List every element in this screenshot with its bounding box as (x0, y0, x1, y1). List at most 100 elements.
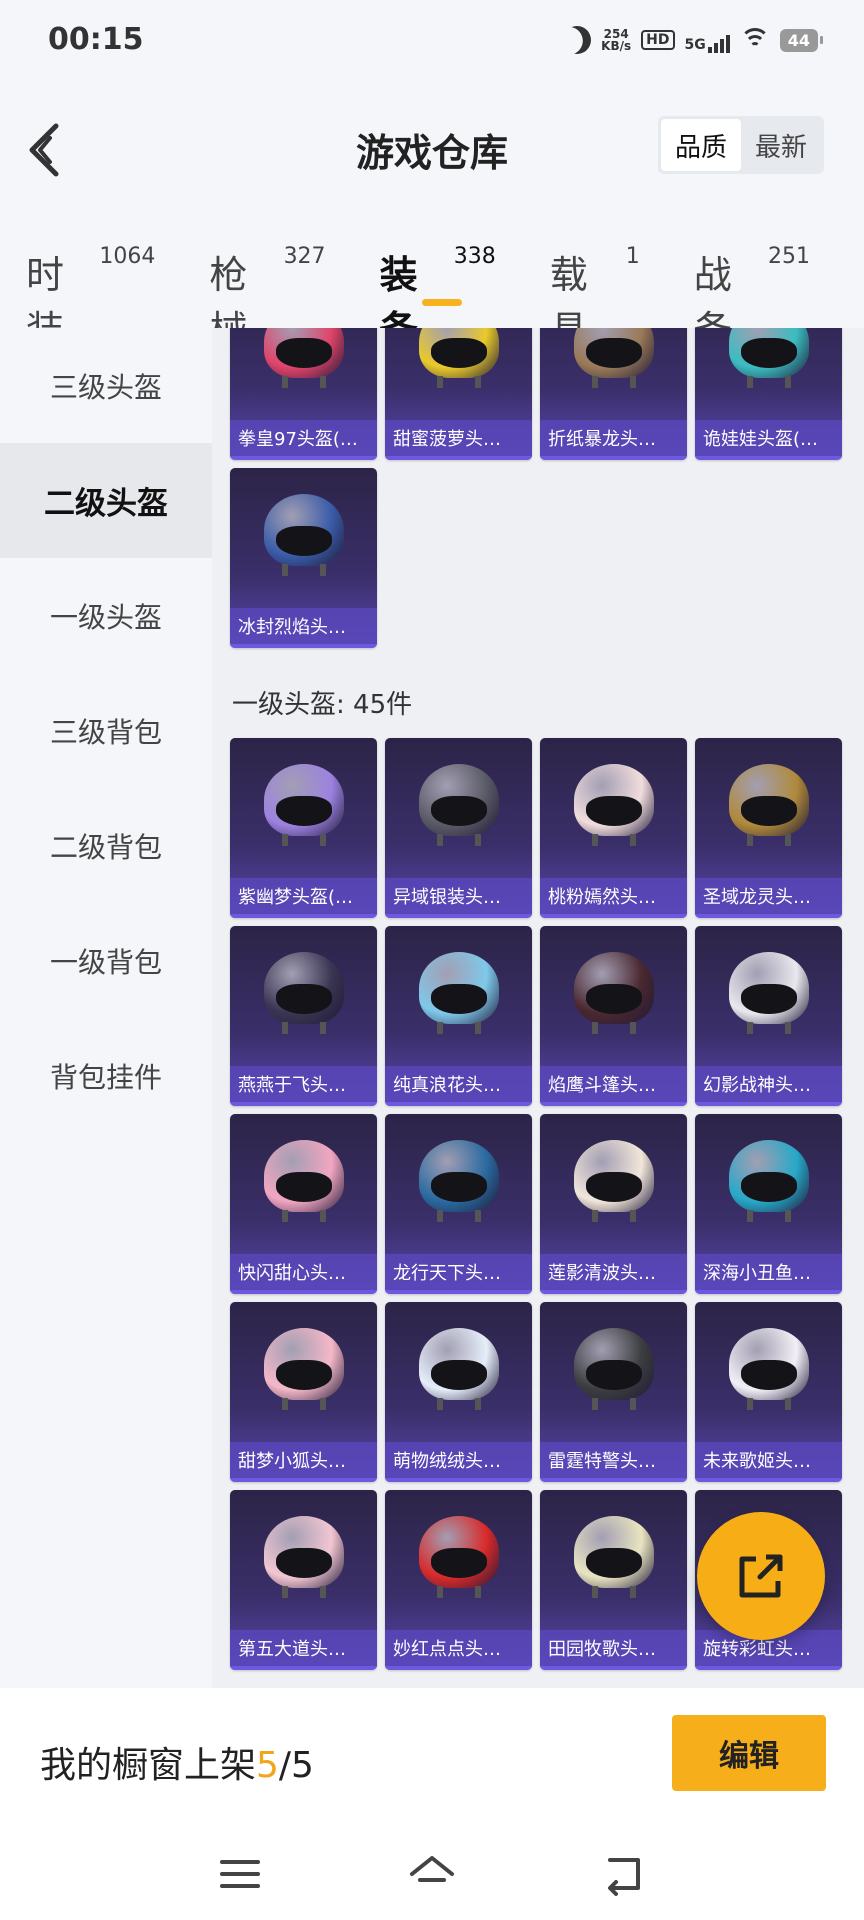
helmet-card[interactable]: 第五大道头… (230, 1490, 377, 1670)
helmet-card-name: 甜蜜菠萝头… (385, 420, 532, 460)
helmet-card[interactable]: 诡娃娃头盔(… (695, 328, 842, 460)
sidebar: 三级头盔 二级头盔 一级头盔 三级背包 二级背包 一级背包 背包挂件 (0, 328, 212, 1688)
helmet-icon (263, 1140, 344, 1222)
helmet-card[interactable]: 快闪甜心头… (230, 1114, 377, 1294)
helmet-card[interactable]: 妙红点点头… (385, 1490, 532, 1670)
helmet-icon (263, 764, 344, 846)
helmet-card[interactable]: 燕燕于飞头… (230, 926, 377, 1106)
helmet-card[interactable]: 龙行天下头… (385, 1114, 532, 1294)
sidebar-item-level3-helmet[interactable]: 三级头盔 (0, 328, 212, 443)
showcase-shelf-status: 我的橱窗上架5/5 (40, 1736, 314, 1788)
status-bar: 00:15 254 KB/s HD 5G 44 (0, 0, 864, 80)
helmet-icon (263, 328, 344, 388)
helmet-card[interactable]: 拳皇97头盔(… (230, 328, 377, 460)
helmet-card-name: 燕燕于飞头… (230, 1066, 377, 1106)
tab-count: 338 (453, 244, 496, 269)
sidebar-item-level1-helmet[interactable]: 一级头盔 (0, 558, 212, 673)
share-button[interactable] (697, 1512, 825, 1640)
helmet-card[interactable]: 雷霆特警头… (540, 1302, 687, 1482)
status-icons: 254 KB/s HD 5G 44 (563, 26, 824, 54)
helmet-card-name: 萌物绒绒头… (385, 1442, 532, 1482)
helmet-card[interactable]: 纯真浪花头… (385, 926, 532, 1106)
helmet-card-name: 拳皇97头盔(… (230, 420, 377, 460)
helmet-icon (728, 1328, 809, 1410)
tab-equipment[interactable]: 装备 338 (380, 210, 496, 352)
helmet-card-name: 快闪甜心头… (230, 1254, 377, 1294)
helmet-icon (728, 764, 809, 846)
helmet-card-name: 田园牧歌头… (540, 1630, 687, 1670)
system-nav-bar (0, 1828, 864, 1920)
helmet-card[interactable]: 甜蜜菠萝头… (385, 328, 532, 460)
helmet-card-name: 龙行天下头… (385, 1254, 532, 1294)
menu-icon (220, 1860, 260, 1888)
helmet-icon (418, 952, 499, 1034)
helmet-card[interactable]: 焰鹰斗篷头… (540, 926, 687, 1106)
sort-option-newest[interactable]: 最新 (741, 119, 821, 171)
helmet-card[interactable]: 田园牧歌头… (540, 1490, 687, 1670)
tab-count: 1064 (99, 244, 156, 269)
helmet-card[interactable]: 异域银装头… (385, 738, 532, 918)
helmet-icon (263, 1328, 344, 1410)
menu-nav-button[interactable] (216, 1850, 264, 1898)
item-grid-area: 拳皇97头盔(… 甜蜜菠萝头… 折纸暴龙头… 诡娃娃头盔(… 冰封烈焰头… 一级头盔: … (212, 328, 864, 1688)
edit-button[interactable]: 编辑 (672, 1715, 826, 1791)
tab-firearms[interactable]: 枪械 327 (209, 210, 326, 352)
sort-toggle: 品质 最新 (658, 116, 824, 174)
helmet-icon (418, 764, 499, 846)
wifi-icon (739, 28, 770, 52)
tab-count: 327 (283, 244, 326, 269)
hd-icon: HD (641, 30, 675, 50)
helmet-card-name: 焰鹰斗篷头… (540, 1066, 687, 1106)
sidebar-item-level3-backpack[interactable]: 三级背包 (0, 673, 212, 788)
helmet-card-name: 妙红点点头… (385, 1630, 532, 1670)
helmet-card[interactable]: 冰封烈焰头… (230, 468, 377, 648)
category-tabs: 时装 1064 枪械 327 装备 338 载具 1 战备 251 (0, 210, 864, 352)
level2-helmet-grid: 拳皇97头盔(… 甜蜜菠萝头… 折纸暴龙头… 诡娃娃头盔(… 冰封烈焰头… (230, 328, 842, 648)
helmet-card[interactable]: 莲影清波头… (540, 1114, 687, 1294)
helmet-icon (418, 1516, 499, 1598)
tab-vehicles[interactable]: 载具 1 (550, 210, 640, 352)
sidebar-item-level2-helmet[interactable]: 二级头盔 (0, 443, 212, 558)
tab-fashion[interactable]: 时装 1064 (26, 210, 156, 352)
network-label: 5G (684, 37, 706, 53)
showcase-bar: 我的橱窗上架5/5 编辑 (0, 1688, 864, 1828)
section-title-level1-helmet: 一级头盔: 45件 (232, 690, 413, 720)
helmet-icon (573, 764, 654, 846)
helmet-card[interactable]: 甜梦小狐头… (230, 1302, 377, 1482)
home-nav-button[interactable] (408, 1850, 456, 1898)
helmet-icon (418, 328, 499, 388)
helmet-card[interactable]: 未来歌姬头… (695, 1302, 842, 1482)
helmet-card[interactable]: 萌物绒绒头… (385, 1302, 532, 1482)
helmet-icon (573, 1516, 654, 1598)
helmet-card-name: 深海小丑鱼… (695, 1254, 842, 1294)
helmet-icon (728, 952, 809, 1034)
helmet-card-name: 甜梦小狐头… (230, 1442, 377, 1482)
tab-battle-gear[interactable]: 战备 251 (694, 210, 810, 352)
helmet-card-name: 异域银装头… (385, 878, 532, 918)
helmet-card[interactable]: 幻影战神头… (695, 926, 842, 1106)
back-nav-button[interactable] (600, 1850, 648, 1898)
shelf-current-count: 5 (256, 1745, 279, 1786)
helmet-card-name: 第五大道头… (230, 1630, 377, 1670)
app-header: 游戏仓库 品质 最新 (0, 80, 864, 210)
sidebar-item-level2-backpack[interactable]: 二级背包 (0, 788, 212, 903)
helmet-card[interactable]: 紫幽梦头盔(… (230, 738, 377, 918)
helmet-icon (728, 328, 809, 388)
helmet-card-name: 未来歌姬头… (695, 1442, 842, 1482)
helmet-card-name: 莲影清波头… (540, 1254, 687, 1294)
helmet-card[interactable]: 圣域龙灵头… (695, 738, 842, 918)
sort-option-quality[interactable]: 品质 (661, 119, 741, 171)
helmet-card-name: 圣域龙灵头… (695, 878, 842, 918)
helmet-icon (573, 328, 654, 388)
back-arrow-icon (608, 1858, 640, 1896)
net-speed-unit: KB/s (601, 39, 632, 53)
home-icon (410, 1856, 454, 1882)
helmet-card[interactable]: 深海小丑鱼… (695, 1114, 842, 1294)
sidebar-item-backpack-charm[interactable]: 背包挂件 (0, 1018, 212, 1133)
share-icon (739, 1554, 783, 1598)
helmet-card[interactable]: 桃粉嫣然头… (540, 738, 687, 918)
sidebar-item-level1-backpack[interactable]: 一级背包 (0, 903, 212, 1018)
helmet-card-name: 幻影战神头… (695, 1066, 842, 1106)
helmet-card[interactable]: 折纸暴龙头… (540, 328, 687, 460)
helmet-icon (263, 1516, 344, 1598)
